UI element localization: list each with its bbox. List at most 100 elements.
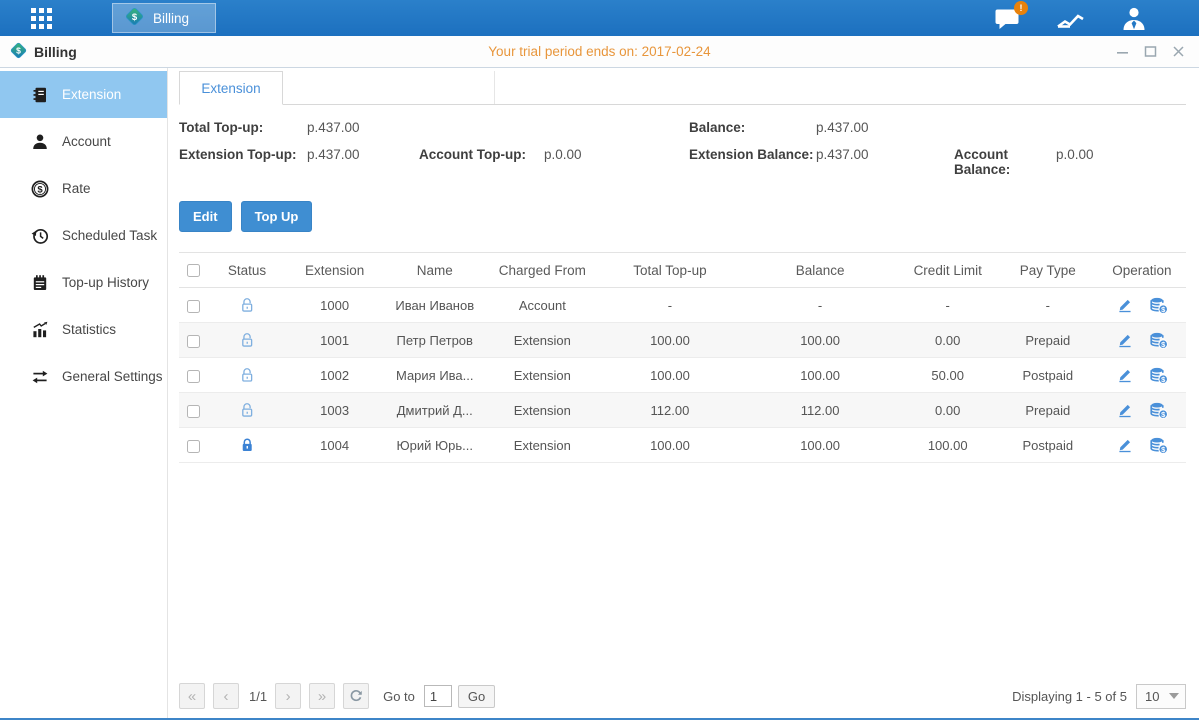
cell-total-topup: 100.00 [597,358,742,393]
next-page-button[interactable]: › [275,683,301,709]
last-page-button[interactable]: » [309,683,335,709]
row-checkbox[interactable] [187,405,200,418]
page-size-select[interactable]: 10 [1136,684,1186,709]
table-row: 1003Дмитрий Д...Extension112.00112.000.0… [179,393,1186,428]
sidebar-item-general-settings[interactable]: General Settings [0,353,167,400]
sidebar-nav: Extension Account $ Rate Scheduled Task Top-u… [0,68,168,718]
edit-pencil-icon[interactable] [1116,332,1133,348]
main-content: Extension Total Top-up: p.437.00 Balance… [168,68,1199,718]
window-title: $ Billing [10,42,77,62]
sidebar-item-label: Scheduled Task [62,228,157,243]
goto-page-input[interactable] [424,685,452,707]
cell-pay-type: Prepaid [998,323,1098,358]
topup-coins-icon[interactable]: $ [1149,437,1168,454]
billing-diamond-icon: $ [10,42,27,62]
column-header-operation: Operation [1098,253,1186,288]
cell-balance: - [743,288,898,323]
table-row: 1000Иван ИвановAccount----$ [179,288,1186,323]
row-checkbox[interactable] [187,300,200,313]
cell-pay-type: Postpaid [998,358,1098,393]
extension-balance-label: Extension Balance: [689,147,816,177]
topup-coins-icon[interactable]: $ [1149,297,1168,314]
row-checkbox[interactable] [187,370,200,383]
cell-name: Иван Иванов [382,288,487,323]
sidebar-item-scheduled-task[interactable]: Scheduled Task [0,212,167,259]
edit-pencil-icon[interactable] [1116,437,1133,453]
cell-charged-from: Extension [487,393,597,428]
edit-pencil-icon[interactable] [1116,367,1133,383]
cell-credit-limit: 0.00 [898,393,998,428]
cell-charged-from: Extension [487,428,597,463]
edit-pencil-icon[interactable] [1116,297,1133,313]
topbar-billing-tab[interactable]: $ Billing [112,3,216,33]
displaying-info: Displaying 1 - 5 of 5 [1012,689,1127,704]
cell-total-topup: 100.00 [597,428,742,463]
cell-name: Петр Петров [382,323,487,358]
refresh-button[interactable] [343,683,369,709]
select-all-checkbox[interactable] [187,264,200,277]
sidebar-item-label: Account [62,134,111,149]
lock-open-icon [240,332,255,349]
topup-coins-icon[interactable]: $ [1149,402,1168,419]
app-launcher-icon[interactable] [31,8,52,29]
cell-charged-from: Extension [487,323,597,358]
lock-open-icon [240,297,255,314]
prev-page-button[interactable]: ‹ [213,683,239,709]
cell-extension: 1000 [287,288,382,323]
edit-pencil-icon[interactable] [1116,402,1133,418]
account-topup-value: p.0.00 [544,147,689,177]
extension-icon [30,86,49,104]
column-header-charged-from: Charged From [487,253,597,288]
table-row: 1002Мария Ива...Extension100.00100.0050.… [179,358,1186,393]
scheduled-task-icon [30,227,49,245]
topup-history-icon [30,274,49,292]
tab-spacer [283,71,495,104]
lock-open-icon [240,402,255,419]
edit-button[interactable]: Edit [179,201,232,232]
maximize-icon[interactable] [1144,45,1157,58]
svg-text:$: $ [37,184,43,195]
extension-topup-label: Extension Top-up: [179,147,307,177]
user-account-icon[interactable] [1121,6,1147,31]
sidebar-item-label: General Settings [62,369,163,384]
cell-pay-type: Prepaid [998,393,1098,428]
sidebar-item-label: Statistics [62,322,116,337]
table-header-row: StatusExtensionNameCharged FromTotal Top… [179,253,1186,288]
cell-credit-limit: - [898,288,998,323]
svg-text:$: $ [16,45,21,55]
balance-label: Balance: [689,120,816,135]
cell-charged-from: Extension [487,358,597,393]
table-row: 1004Юрий Юрь...Extension100.00100.00100.… [179,428,1186,463]
row-checkbox[interactable] [187,335,200,348]
column-header-total-top-up: Total Top-up [597,253,742,288]
sidebar-item-account[interactable]: Account [0,118,167,165]
table-row: 1001Петр ПетровExtension100.00100.000.00… [179,323,1186,358]
go-button[interactable]: Go [458,685,495,708]
first-page-button[interactable]: « [179,683,205,709]
trial-period-notice: Your trial period ends on: 2017-02-24 [0,44,1199,59]
messages-icon[interactable]: ! [995,7,1020,30]
cell-pay-type: - [998,288,1098,323]
sidebar-item-top-up-history[interactable]: Top-up History [0,259,167,306]
total-topup-value: p.437.00 [307,120,419,135]
cell-pay-type: Postpaid [998,428,1098,463]
cell-name: Мария Ива... [382,358,487,393]
sidebar-item-statistics[interactable]: Statistics [0,306,167,353]
row-checkbox[interactable] [187,440,200,453]
sidebar-item-extension[interactable]: Extension [0,71,167,118]
cell-balance: 100.00 [743,428,898,463]
account-balance-value: p.0.00 [1056,147,1186,177]
minimize-icon[interactable] [1116,45,1129,58]
account-icon [30,133,49,151]
billing-app-window: $ Billing ! $ Billing Your trial period … [0,0,1199,720]
sidebar-item-rate[interactable]: $ Rate [0,165,167,212]
close-icon[interactable] [1172,45,1185,58]
topup-coins-icon[interactable]: $ [1149,332,1168,349]
top-up-button[interactable]: Top Up [241,201,313,232]
tab-extension[interactable]: Extension [179,71,283,105]
column-header-balance: Balance [743,253,898,288]
cell-total-topup: - [597,288,742,323]
sidebar-item-label: Rate [62,181,91,196]
topup-coins-icon[interactable]: $ [1149,367,1168,384]
reports-chart-icon[interactable] [1056,7,1085,30]
